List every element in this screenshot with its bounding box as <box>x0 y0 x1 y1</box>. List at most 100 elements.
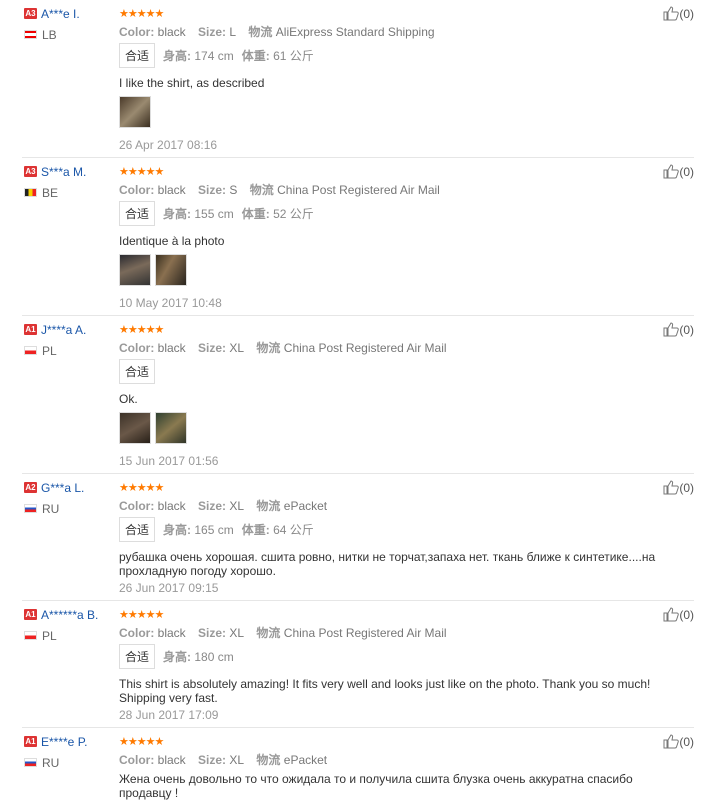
country-flag-icon <box>24 346 37 356</box>
buyer-level-badge: A1 <box>24 609 37 621</box>
helpful-button[interactable]: (0) <box>663 6 694 21</box>
country-flag-icon <box>24 758 37 768</box>
buyer-level-badge: A3 <box>24 8 37 20</box>
size-value: XL <box>229 753 245 767</box>
shipping-value: China Post Registered Air Mail <box>283 341 447 355</box>
helpful-button[interactable]: (0) <box>663 322 694 337</box>
thumbs-up-icon <box>663 164 680 179</box>
review-item: A2 G***a L. RU ★★★★★ Color: black Size: X… <box>22 474 694 601</box>
reviewer-name[interactable]: A******a B. <box>41 608 98 622</box>
order-info: Color: black Size: XL 物流 China Post Regi… <box>119 341 447 355</box>
shipping-value: China Post Registered Air Mail <box>277 183 440 197</box>
fit-chip: 合适 <box>119 201 156 226</box>
review-photo-thumbnail[interactable] <box>155 412 187 444</box>
review-date: 10 May 2017 10:48 <box>119 296 222 310</box>
thumbs-up-icon <box>663 6 680 21</box>
fit-info: 合适 <box>119 359 679 384</box>
buyer-level-badge: A1 <box>24 324 37 336</box>
helpful-count: (0) <box>679 6 694 21</box>
review-photo-thumbnail[interactable] <box>119 412 151 444</box>
helpful-button[interactable]: (0) <box>663 480 694 495</box>
review-photo-thumbnail[interactable] <box>155 254 187 286</box>
country-flag-icon <box>24 30 37 40</box>
reviewer-name[interactable]: J****a A. <box>41 323 86 337</box>
review-photos <box>119 254 679 288</box>
review-content: ★★★★★ Color: black Size: XL 物流 China Pos… <box>119 609 679 722</box>
star-rating: ★★★★★ <box>119 324 164 336</box>
shipping-value: AliExpress Standard Shipping <box>275 25 435 39</box>
reviewer-country: PL <box>24 628 119 643</box>
country-flag-icon <box>24 631 37 641</box>
reviewer-name[interactable]: S***a M. <box>41 165 86 179</box>
height-info: 身高: 165 cm <box>163 523 234 537</box>
fit-chip: 合适 <box>119 359 156 384</box>
order-info: Color: black Size: L 物流 AliExpress Stand… <box>119 25 435 39</box>
reviewer-name[interactable]: A***e I. <box>41 7 80 21</box>
country-flag-icon <box>24 504 37 514</box>
buyer-level-badge: A2 <box>24 482 37 494</box>
helpful-button[interactable]: (0) <box>663 607 694 622</box>
order-info: Color: black Size: XL 物流 ePacket <box>119 499 328 513</box>
helpful-button[interactable]: (0) <box>663 734 694 749</box>
thumbs-up-icon <box>663 734 680 749</box>
review-text: I like the shirt, as described <box>119 76 265 90</box>
review-date: 28 Jun 2017 17:09 <box>119 708 219 722</box>
reviewer-name[interactable]: E****e P. <box>41 735 87 749</box>
color-value: black <box>157 341 186 355</box>
shipping-value: China Post Registered Air Mail <box>283 626 447 640</box>
weight-info: 体重: 61 公斤 <box>241 49 314 63</box>
country-flag-icon <box>24 188 37 198</box>
color-value: black <box>157 183 186 197</box>
order-info: Color: black Size: XL 物流 China Post Regi… <box>119 626 447 640</box>
review-photo-thumbnail[interactable] <box>119 96 151 128</box>
height-info: 身高: 174 cm <box>163 49 234 63</box>
height-info: 身高: 180 cm <box>163 650 234 664</box>
weight-info: 体重: 52 公斤 <box>241 207 314 221</box>
fit-chip: 合适 <box>119 43 156 68</box>
review-date: 15 Jun 2017 01:56 <box>119 454 219 468</box>
review-content: ★★★★★ Color: black Size: L 物流 AliExpress… <box>119 8 679 152</box>
size-value: XL <box>229 626 245 640</box>
reviewer-info: A1 E****e P. RU <box>24 734 119 770</box>
color-value: black <box>157 753 186 767</box>
size-value: S <box>229 183 238 197</box>
reviewer-info: A2 G***a L. RU <box>24 480 119 516</box>
review-text: Identique à la photo <box>119 234 225 248</box>
reviewer-info: A3 A***e I. LB <box>24 6 119 42</box>
review-text: Ok. <box>119 392 138 406</box>
review-item: A1 J****a A. PL ★★★★★ Color: black Size: … <box>22 316 694 474</box>
review-content: ★★★★★ Color: black Size: S 物流 China Post… <box>119 166 679 310</box>
reviewer-info: A1 A******a B. PL <box>24 607 119 643</box>
helpful-count: (0) <box>679 480 694 495</box>
reviewer-country: RU <box>24 501 119 516</box>
review-content: ★★★★★ Color: black Size: XL 物流 ePacket 合… <box>119 482 679 595</box>
size-value: XL <box>229 341 245 355</box>
helpful-count: (0) <box>679 322 694 337</box>
fit-chip: 合适 <box>119 644 156 669</box>
fit-info: 合适 身高: 174 cm 体重: 61 公斤 <box>119 43 679 68</box>
color-value: black <box>157 499 186 513</box>
shipping-value: ePacket <box>283 499 328 513</box>
thumbs-up-icon <box>663 607 680 622</box>
reviewer-info: A1 J****a A. PL <box>24 322 119 358</box>
shipping-value: ePacket <box>283 753 328 767</box>
fit-chip: 合适 <box>119 517 156 542</box>
review-content: ★★★★★ Color: black Size: XL 物流 China Pos… <box>119 324 679 468</box>
helpful-count: (0) <box>679 164 694 179</box>
review-photos <box>119 96 679 130</box>
review-item: A3 A***e I. LB ★★★★★ Color: black Size: L… <box>22 0 694 158</box>
review-text: Жена очень довольно то что ожидала то и … <box>119 772 633 800</box>
fit-info: 合适 身高: 180 cm <box>119 644 679 669</box>
helpful-button[interactable]: (0) <box>663 164 694 179</box>
reviewer-country: BE <box>24 185 119 200</box>
review-text: рубашка очень хорошая. сшита ровно, нитк… <box>119 550 656 578</box>
review-photo-thumbnail[interactable] <box>119 254 151 286</box>
helpful-count: (0) <box>679 607 694 622</box>
color-value: black <box>157 626 186 640</box>
star-rating: ★★★★★ <box>119 8 164 20</box>
reviewer-info: A3 S***a M. BE <box>24 164 119 200</box>
reviewer-country: RU <box>24 755 119 770</box>
review-item: A1 E****e P. RU ★★★★★ Color: black Size: … <box>22 728 694 803</box>
reviewer-name[interactable]: G***a L. <box>41 481 84 495</box>
review-content: ★★★★★ Color: black Size: XL 物流 ePacket Ж… <box>119 736 679 800</box>
